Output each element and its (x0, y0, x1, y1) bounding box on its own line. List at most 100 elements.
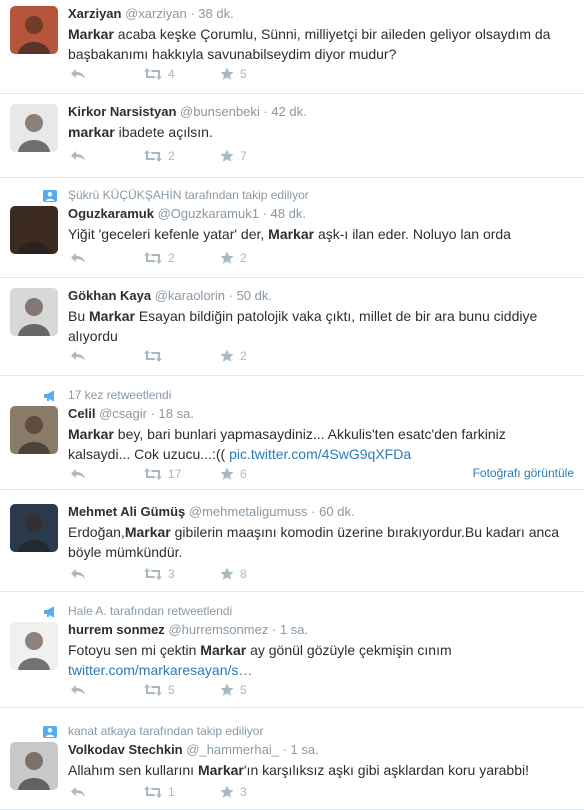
user-handle[interactable]: @karaolorin (155, 288, 225, 303)
avatar[interactable] (10, 206, 58, 254)
megaphone-icon (43, 605, 57, 618)
user-fullname[interactable]: Gökhan Kaya (68, 288, 151, 303)
search-highlight: Markar (124, 524, 171, 540)
tweet-text: markar ibadete açılsın. (68, 122, 568, 142)
retweet-button[interactable] (144, 348, 168, 364)
avatar[interactable] (10, 288, 58, 336)
reply-button[interactable] (70, 466, 86, 482)
tweet-context[interactable]: Şükrü KÜÇÜKŞAHİN tarafından takip ediliy… (68, 188, 309, 202)
retweet-icon (144, 350, 162, 362)
tweet-timestamp[interactable]: 42 dk. (271, 104, 306, 119)
tweet-text-part: Bu (68, 308, 90, 324)
reply-button[interactable] (70, 784, 86, 800)
retweet-button[interactable]: 4 (144, 66, 175, 82)
reply-button[interactable] (70, 148, 86, 164)
tweet-text: Markar bey, bari bunlari yapmasaydiniz..… (68, 424, 568, 464)
favorite-count: 6 (240, 467, 247, 481)
tweet-text-part: ibadete açılsın. (114, 124, 213, 140)
user-handle[interactable]: @xarziyan (125, 6, 187, 21)
separator-dot: · (225, 288, 237, 303)
user-fullname[interactable]: Volkodav Stechkin (68, 742, 183, 757)
favorite-count: 8 (240, 567, 247, 581)
user-handle[interactable]: @Oguzkaramuk1 (158, 206, 259, 221)
avatar[interactable] (10, 622, 58, 670)
tweet-context[interactable]: Hale A. tarafından retweetlendi (68, 604, 232, 618)
avatar[interactable] (10, 504, 58, 552)
retweet-icon (144, 252, 162, 264)
favorite-button[interactable]: 3 (220, 784, 247, 800)
retweet-icon (144, 150, 162, 162)
user-handle[interactable]: @mehmetaligumuss (189, 504, 308, 519)
avatar[interactable] (10, 104, 58, 152)
tweet-text-part: aşk-ı ilan eder. Noluyo lan orda (314, 226, 511, 242)
favorite-button[interactable]: 8 (220, 566, 247, 582)
user-fullname[interactable]: Oguzkaramuk (68, 206, 154, 221)
tweet-timestamp[interactable]: 60 dk. (319, 504, 354, 519)
tweet-timestamp[interactable]: 38 dk. (198, 6, 233, 21)
user-fullname[interactable]: Kirkor Narsistyan (68, 104, 176, 119)
user-fullname[interactable]: Xarziyan (68, 6, 121, 21)
user-fullname[interactable]: Celil (68, 406, 95, 421)
favorite-button[interactable]: 2 (220, 348, 247, 364)
reply-button[interactable] (70, 250, 86, 266)
user-handle[interactable]: @_hammerhai_ (186, 742, 279, 757)
user-handle[interactable]: @bunsenbeki (180, 104, 260, 119)
tweet-actions: 27 (68, 148, 268, 164)
reply-icon (70, 252, 86, 264)
retweet-button[interactable]: 17 (144, 466, 181, 482)
tweet-timestamp[interactable]: 1 sa. (291, 742, 319, 757)
retweet-count: 4 (168, 67, 175, 81)
retweet-count: 5 (168, 683, 175, 697)
retweet-button[interactable]: 2 (144, 250, 175, 266)
star-icon (220, 683, 234, 697)
avatar[interactable] (10, 742, 58, 790)
tweet-text: Fotoyu sen mi çektin Markar ay gönül göz… (68, 640, 568, 680)
tweet-timestamp[interactable]: 18 sa. (159, 406, 194, 421)
search-highlight: Markar (68, 426, 114, 442)
user-handle[interactable]: @csagir (99, 406, 147, 421)
favorite-button[interactable]: 7 (220, 148, 247, 164)
user-fullname[interactable]: Mehmet Ali Gümüş (68, 504, 185, 519)
retweet-button[interactable]: 3 (144, 566, 175, 582)
favorite-button[interactable]: 6 (220, 466, 247, 482)
tweet-context[interactable]: kanat atkaya tarafından takip ediliyor (68, 724, 263, 738)
tweet-header: Mehmet Ali Gümüş @mehmetaligumuss · 60 d… (68, 504, 355, 520)
favorite-button[interactable]: 2 (220, 250, 247, 266)
avatar[interactable] (10, 6, 58, 54)
tweet-text-part: ay gönül gözüyle çekmişin cınım (246, 642, 452, 658)
tweet-header: Gökhan Kaya @karaolorin · 50 dk. (68, 288, 272, 304)
tweet-text-part: Yiğit 'geceleri kefenle yatar' der, (68, 226, 269, 242)
tweet-timestamp[interactable]: 1 sa. (280, 622, 308, 637)
tweet-text-part: Erdoğan, (68, 524, 125, 540)
user-fullname[interactable]: hurrem sonmez (68, 622, 165, 637)
reply-button[interactable] (70, 682, 86, 698)
tweet-link[interactable]: pic.twitter.com/4SwG9qXFDa (229, 446, 411, 462)
reply-icon (70, 684, 86, 696)
separator-dot: · (186, 6, 199, 21)
view-photo-link[interactable]: Fotoğrafı görüntüle (473, 466, 574, 480)
favorite-count: 2 (240, 349, 247, 363)
avatar[interactable] (10, 406, 58, 454)
tweet-text-part: acaba keşke Çorumlu, Sünni, milliyetçi b… (68, 26, 551, 62)
favorite-button[interactable]: 5 (220, 682, 247, 698)
reply-button[interactable] (70, 566, 86, 582)
retweet-button[interactable]: 2 (144, 148, 175, 164)
tweet-context[interactable]: 17 kez retweetlendi (68, 388, 171, 402)
user-handle[interactable]: @hurremsonmez (168, 622, 268, 637)
tweet-timestamp[interactable]: 50 dk. (237, 288, 272, 303)
tweet-link[interactable]: twitter.com/markaresayan/s… (68, 662, 252, 678)
star-icon (220, 567, 234, 581)
tweet-actions: 17 6 (68, 466, 268, 482)
retweet-count: 3 (168, 567, 175, 581)
reply-button[interactable] (70, 348, 86, 364)
timeline: Xarziyan @xarziyan · 38 dk. Markar acaba … (0, 0, 584, 810)
retweet-button[interactable]: 1 (144, 784, 175, 800)
retweet-icon (144, 468, 162, 480)
favorite-button[interactable]: 5 (220, 66, 247, 82)
retweet-button[interactable]: 5 (144, 682, 175, 698)
tweet-actions: 22 (68, 250, 268, 266)
reply-button[interactable] (70, 66, 86, 82)
search-highlight: Markar (89, 308, 135, 324)
tweet-timestamp[interactable]: 48 dk. (271, 206, 306, 221)
tweet-text-part: Allahım sen kullarını (68, 762, 198, 778)
